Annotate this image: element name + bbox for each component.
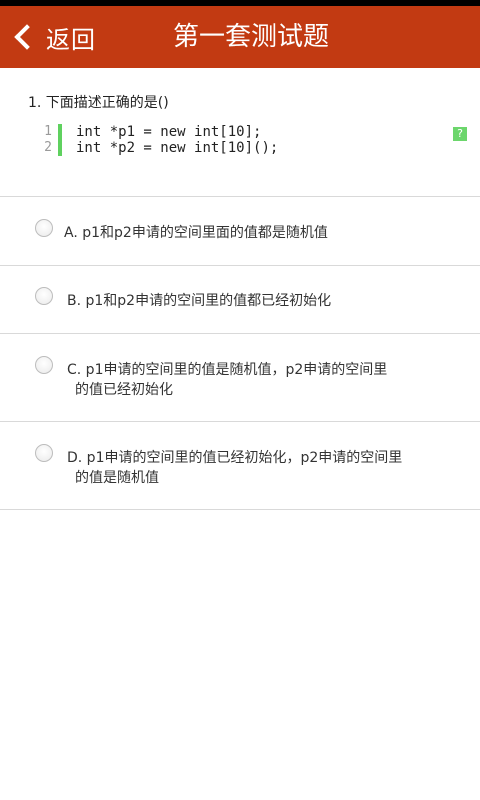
radio-button[interactable] [35, 444, 53, 462]
option-line: 的值是随机值 [75, 470, 159, 486]
option-text: D. p1申请的空间里的值已经初始化，p2申请的空间里 的值是随机值 [67, 448, 427, 488]
code-keyword: new [160, 124, 186, 140]
option-text: C. p1申请的空间里的值是随机值，p2申请的空间里 的值已经初始化 [67, 360, 427, 400]
option-line: C. p1申请的空间里的值是随机值，p2申请的空间里 [67, 362, 388, 378]
line-number: 2 [44, 140, 52, 155]
line-number: 1 [44, 124, 52, 139]
code-text: int *p1 = [76, 124, 161, 140]
option-a[interactable]: A. p1和p2申请的空间里面的值都是随机值 [0, 197, 480, 266]
page-title: 第一套测试题 [172, 22, 329, 52]
option-line: D. p1申请的空间里的值已经初始化，p2申请的空间里 [67, 450, 403, 466]
code-text: int *p2 = [76, 140, 161, 156]
code-text: int[10]; [185, 124, 262, 140]
option-text: A. p1和p2申请的空间里面的值都是随机值 [64, 223, 424, 243]
code-line: 2 int *p2 = new int[10](); [40, 140, 480, 156]
option-text: B. p1和p2申请的空间里的值都已经初始化 [67, 291, 427, 311]
code-line: 1 int *p1 = new int[10]; [40, 124, 480, 140]
option-b[interactable]: B. p1和p2申请的空间里的值都已经初始化 [0, 266, 480, 334]
help-icon[interactable]: ? [453, 127, 467, 141]
option-line: 的值已经初始化 [75, 382, 173, 398]
option-line: B. p1和p2申请的空间里的值都已经初始化 [67, 293, 332, 309]
question-block: 1. 下面描述正确的是() 1 int *p1 = new int[10]; 2… [0, 68, 480, 197]
radio-button[interactable] [35, 287, 53, 305]
code-gutter-bar [58, 124, 62, 140]
option-line: A. p1和p2申请的空间里面的值都是随机值 [64, 225, 328, 241]
radio-button[interactable] [35, 356, 53, 374]
code-text: int[10](); [185, 140, 279, 156]
app-bar: 返回 第一套测试题 [0, 6, 480, 68]
option-d[interactable]: D. p1申请的空间里的值已经初始化，p2申请的空间里 的值是随机值 [0, 422, 480, 510]
option-c[interactable]: C. p1申请的空间里的值是随机值，p2申请的空间里 的值已经初始化 [0, 334, 480, 422]
code-block: 1 int *p1 = new int[10]; 2 int *p2 = new… [40, 124, 480, 156]
radio-button[interactable] [35, 219, 53, 237]
question-text: 1. 下面描述正确的是() [28, 95, 169, 111]
code-keyword: new [160, 140, 186, 156]
code-gutter-bar [58, 140, 62, 156]
